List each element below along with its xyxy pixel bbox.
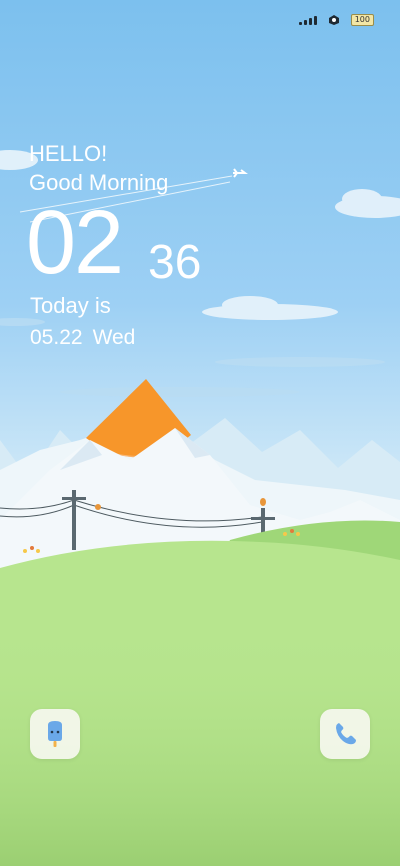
popsicle-icon: [48, 721, 62, 747]
greeting-hello: HELLO!: [29, 141, 108, 166]
clock-hours: 02: [26, 193, 124, 293]
data-activity-icon: [328, 15, 339, 25]
clock-minutes: 36: [148, 236, 202, 289]
greeting-good-morning: Good Morning: [29, 170, 169, 195]
date-display: 05.22 Wed: [30, 324, 135, 351]
popsicle-shortcut-button[interactable]: [30, 709, 80, 759]
date-value: 05.22: [30, 326, 83, 349]
weekday-value: Wed: [92, 326, 136, 349]
today-label: Today is: [30, 293, 111, 318]
phone-shortcut-button[interactable]: [320, 709, 370, 759]
phone-icon: [336, 723, 356, 745]
signal-bars-icon: [298, 15, 317, 25]
battery-indicator: 100: [350, 14, 374, 26]
status-bar: 100: [298, 14, 374, 26]
